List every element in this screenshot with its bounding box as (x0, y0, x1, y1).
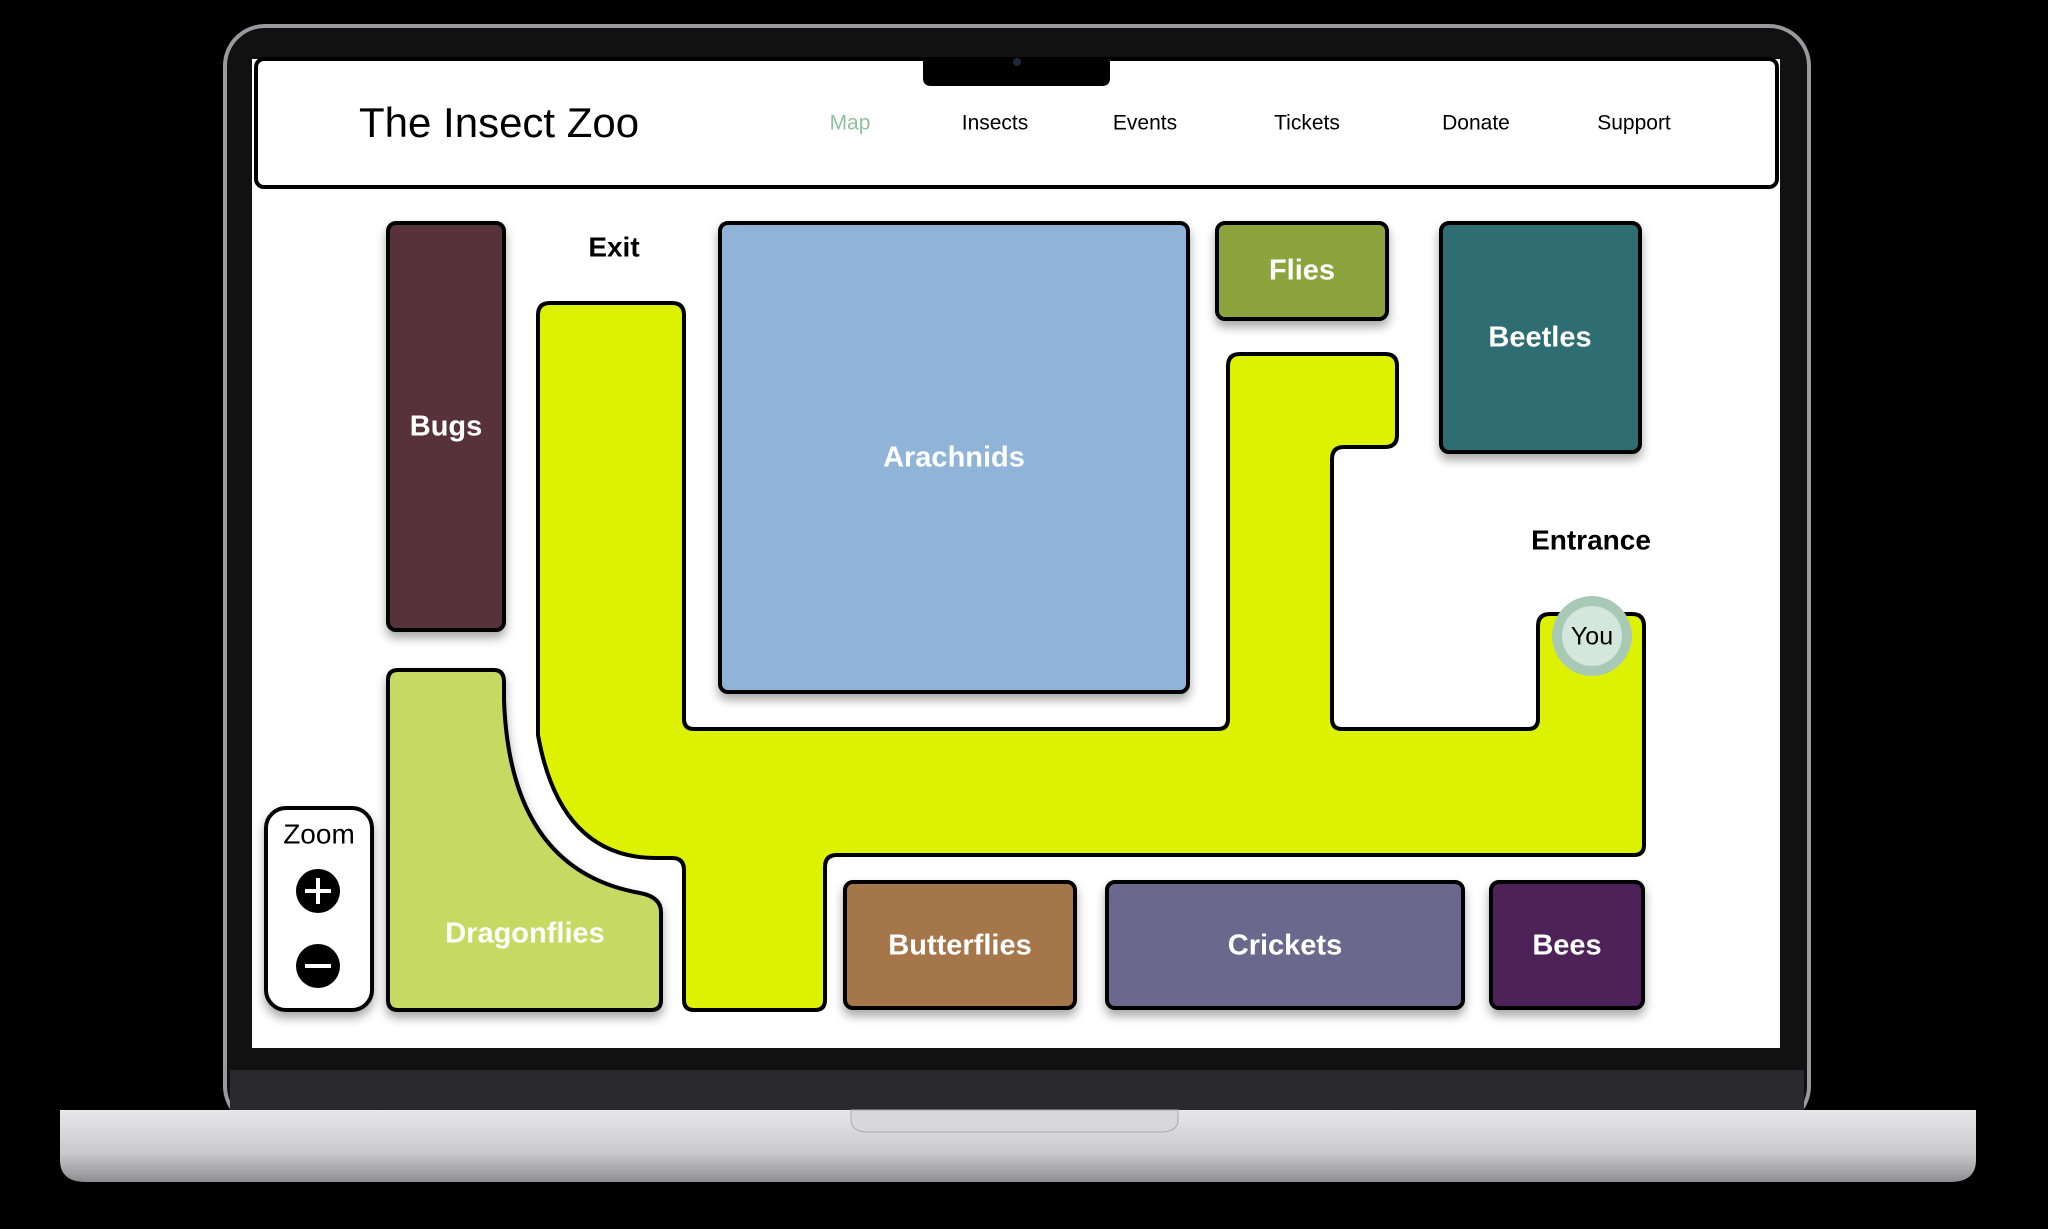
laptop-mockup: The Insect Zoo Map Insects Events Ticket… (60, 24, 1976, 1182)
nav-insects[interactable]: Insects (962, 112, 1029, 135)
room-label: Butterflies (888, 930, 1031, 962)
site-title: The Insect Zoo (359, 99, 639, 146)
nav-support[interactable]: Support (1597, 112, 1671, 135)
room-flies[interactable]: Flies (1215, 221, 1389, 321)
room-label: Bugs (410, 411, 483, 443)
nav-tickets[interactable]: Tickets (1274, 112, 1340, 135)
camera-icon (1013, 58, 1021, 66)
zoom-in-button[interactable] (296, 869, 340, 913)
room-label: Arachnids (883, 442, 1025, 474)
room-bees[interactable]: Bees (1489, 880, 1645, 1010)
room-arachnids[interactable]: Arachnids (718, 221, 1190, 694)
room-label: Crickets (1228, 930, 1342, 962)
room-label: Flies (1269, 255, 1335, 287)
laptop-thumb-notch (850, 1109, 1179, 1133)
nav-events[interactable]: Events (1113, 112, 1177, 135)
zoom-control: Zoom (264, 806, 374, 1012)
exit-label: Exit (588, 231, 639, 262)
you-are-here-marker: You (1552, 596, 1632, 676)
nav-map[interactable]: Map (830, 112, 871, 135)
zoom-label: Zoom (283, 818, 355, 849)
room-label: Bees (1532, 930, 1601, 962)
room-crickets[interactable]: Crickets (1105, 880, 1465, 1010)
you-label: You (1571, 623, 1613, 651)
laptop-hinge (230, 1070, 1804, 1110)
room-label: Dragonflies (445, 918, 605, 950)
room-butterflies[interactable]: Butterflies (843, 880, 1077, 1010)
room-bugs[interactable]: Bugs (386, 221, 506, 632)
nav-donate[interactable]: Donate (1442, 112, 1510, 135)
room-label: Beetles (1488, 322, 1591, 354)
zoom-out-button[interactable] (296, 944, 340, 988)
room-beetles[interactable]: Beetles (1439, 221, 1642, 454)
entrance-label: Entrance (1531, 524, 1651, 555)
